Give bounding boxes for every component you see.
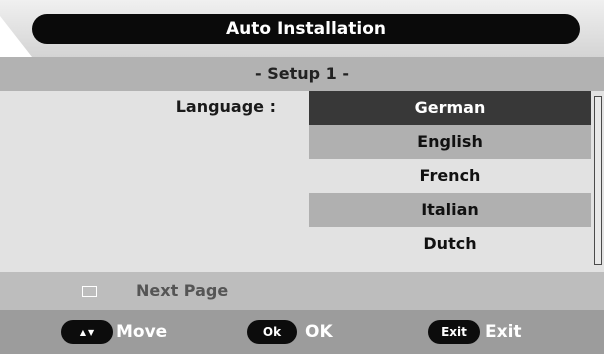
language-scrollbar[interactable] bbox=[594, 96, 602, 265]
next-page-label[interactable]: Next Page bbox=[136, 272, 228, 310]
language-option-dutch[interactable]: Dutch bbox=[309, 227, 591, 261]
window-title: Auto Installation bbox=[32, 14, 580, 44]
content-panel: Language : German English French Italian… bbox=[0, 91, 604, 272]
ok-key-icon: Ok bbox=[247, 320, 297, 344]
next-page-key-icon bbox=[82, 286, 97, 297]
language-list[interactable]: German English French Italian Dutch bbox=[309, 91, 591, 261]
up-down-arrows-icon: ▲ ▼ bbox=[61, 320, 113, 344]
next-page-bar[interactable]: Next Page bbox=[0, 272, 604, 310]
corner-tab bbox=[0, 16, 32, 57]
language-option-german[interactable]: German bbox=[309, 91, 591, 125]
language-option-italian[interactable]: Italian bbox=[309, 193, 591, 227]
language-option-french[interactable]: French bbox=[309, 159, 591, 193]
move-hint-label: Move bbox=[116, 322, 168, 342]
header-band: Auto Installation bbox=[0, 0, 604, 57]
setup-title: - Setup 1 - bbox=[0, 57, 604, 91]
exit-hint-label: Exit bbox=[485, 322, 522, 342]
ok-hint-label: OK bbox=[305, 322, 333, 342]
language-option-english[interactable]: English bbox=[309, 125, 591, 159]
exit-key-icon: Exit bbox=[428, 320, 480, 344]
language-label: Language : bbox=[175, 97, 276, 116]
footer-hints: ▲ ▼ Move Ok OK Exit Exit bbox=[0, 310, 604, 354]
